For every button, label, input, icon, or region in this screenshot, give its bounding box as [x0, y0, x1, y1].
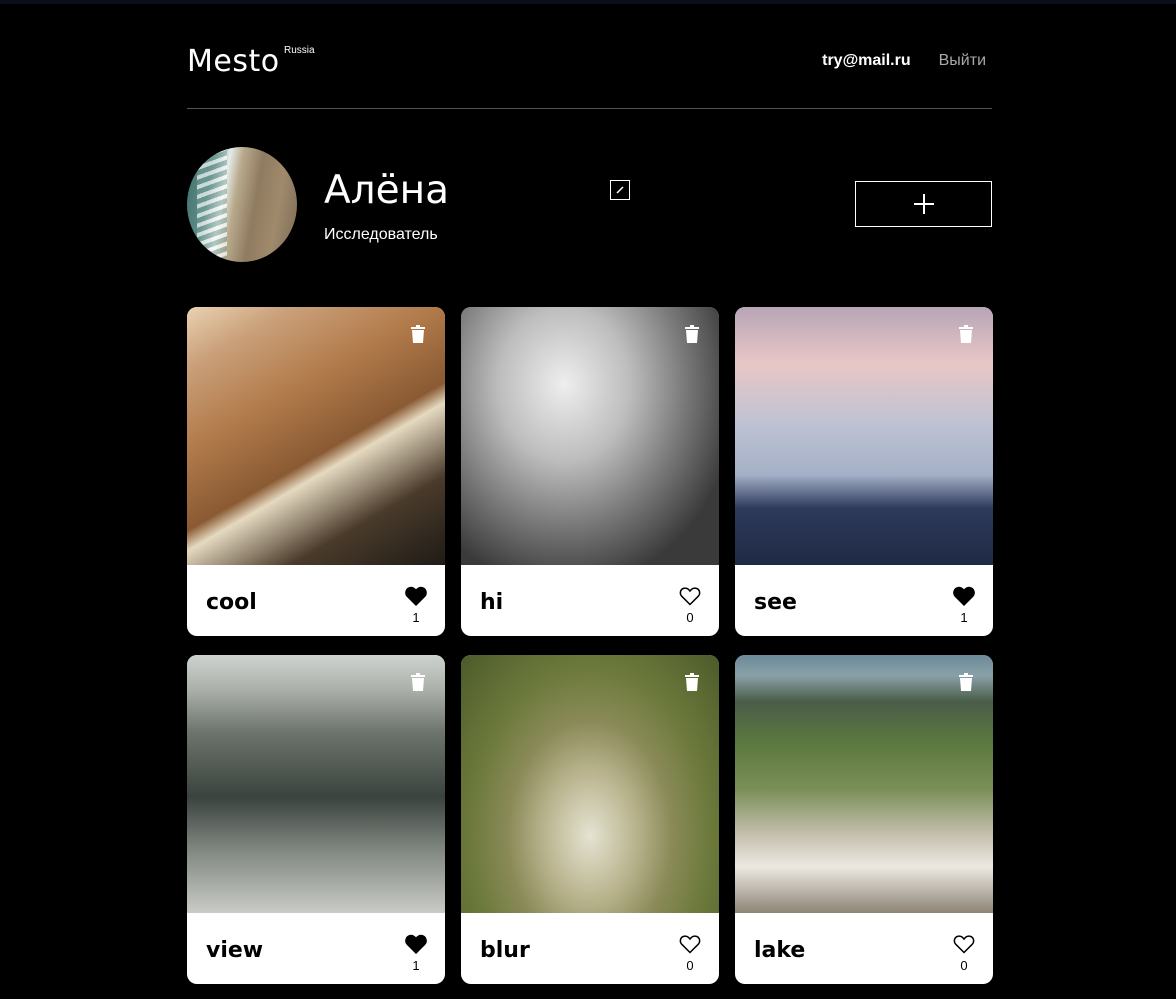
profile-name: Алёна	[324, 168, 449, 213]
like-group: 1	[953, 586, 975, 625]
card-title: cool	[206, 590, 257, 615]
like-count: 0	[960, 958, 968, 973]
trash-icon[interactable]	[683, 673, 701, 691]
like-group: 1	[405, 586, 427, 625]
trash-icon[interactable]	[683, 325, 701, 343]
logout-link[interactable]: Выйти	[939, 52, 986, 70]
card-title: lake	[754, 938, 806, 963]
card: view 1	[187, 655, 445, 984]
trash-icon[interactable]	[409, 325, 427, 343]
card-image[interactable]	[187, 307, 445, 565]
like-count: 1	[412, 610, 420, 625]
card-title: blur	[480, 938, 530, 963]
heart-outline-icon[interactable]	[953, 934, 975, 954]
like-count: 1	[960, 610, 968, 625]
card-image[interactable]	[461, 307, 719, 565]
header-user: try@mail.ru Выйти	[822, 52, 986, 70]
heart-outline-icon[interactable]	[679, 934, 701, 954]
header: Mesto Russia try@mail.ru Выйти	[187, 0, 992, 109]
logo[interactable]: Mesto	[187, 44, 280, 80]
card-title: hi	[480, 590, 504, 615]
card: see 1	[735, 307, 993, 636]
card-image[interactable]	[735, 655, 993, 913]
add-card-button[interactable]	[855, 181, 992, 227]
user-email: try@mail.ru	[822, 52, 911, 69]
card-image[interactable]	[735, 307, 993, 565]
like-group: 0	[953, 934, 975, 973]
card-title: see	[754, 590, 797, 615]
trash-icon[interactable]	[409, 673, 427, 691]
card: lake 0	[735, 655, 993, 984]
heart-outline-icon[interactable]	[679, 586, 701, 606]
card-image[interactable]	[461, 655, 719, 913]
edit-profile-button[interactable]	[610, 180, 630, 200]
profile: Алёна Исследователь	[187, 109, 992, 306]
like-group: 0	[679, 586, 701, 625]
profile-about: Исследователь	[324, 226, 438, 243]
avatar-image	[197, 147, 227, 262]
card: cool 1	[187, 307, 445, 636]
trash-icon[interactable]	[957, 325, 975, 343]
logo-region: Russia	[284, 45, 315, 56]
like-group: 0	[679, 934, 701, 973]
trash-icon[interactable]	[957, 673, 975, 691]
like-count: 1	[412, 958, 420, 973]
page: Mesto Russia try@mail.ru Выйти Алёна Исс…	[187, 0, 993, 984]
like-group: 1	[405, 934, 427, 973]
heart-icon[interactable]	[953, 586, 975, 606]
cards-grid: cool 1 hi 0 see 1 view 1 blur 0 lake 0	[187, 307, 993, 984]
card: blur 0	[461, 655, 719, 984]
card-image[interactable]	[187, 655, 445, 913]
like-count: 0	[686, 958, 694, 973]
pencil-icon	[616, 186, 624, 194]
card: hi 0	[461, 307, 719, 636]
heart-icon[interactable]	[405, 934, 427, 954]
heart-icon[interactable]	[405, 586, 427, 606]
like-count: 0	[686, 610, 694, 625]
plus-icon	[913, 194, 934, 214]
avatar[interactable]	[187, 147, 297, 262]
card-title: view	[206, 938, 264, 963]
